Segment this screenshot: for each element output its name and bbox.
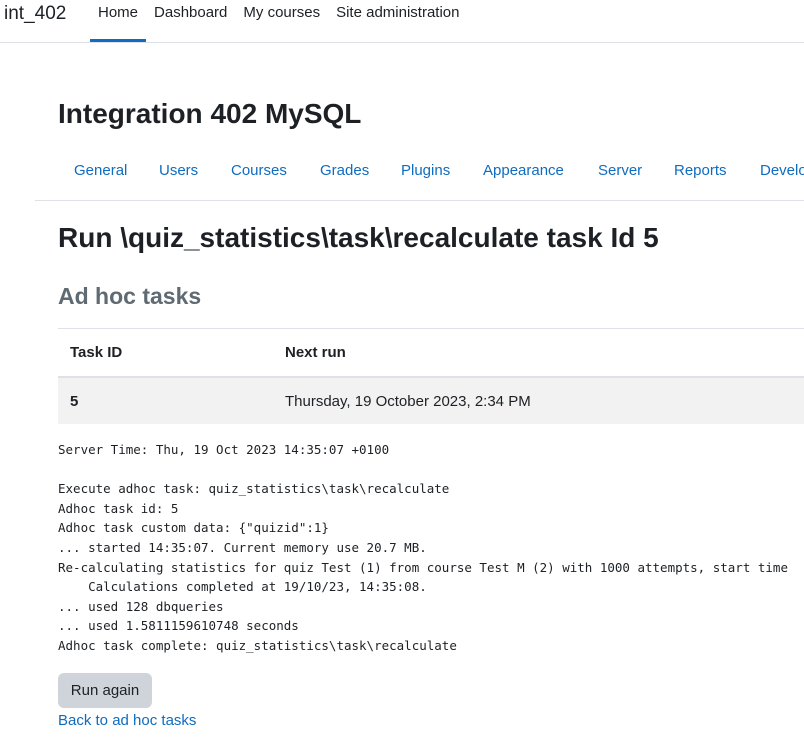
column-header-next-run: Next run	[273, 328, 804, 378]
nav-dashboard[interactable]: Dashboard	[146, 0, 235, 42]
run-again-button[interactable]: Run again	[58, 673, 152, 708]
back-to-adhoc-tasks-link[interactable]: Back to ad hoc tasks	[58, 712, 196, 730]
tab-reports[interactable]: Reports	[674, 162, 727, 180]
section-heading: Ad hoc tasks	[58, 283, 202, 309]
output-line: ... used 1.5811159610748 seconds	[58, 618, 299, 634]
output-line: Adhoc task id: 5	[58, 500, 179, 516]
site-brand[interactable]: int_402	[4, 4, 66, 24]
nav-my-courses[interactable]: My courses	[235, 0, 328, 42]
nav-home[interactable]: Home	[90, 0, 147, 42]
primary-navigation: Home Dashboard My courses Site administr…	[90, 0, 468, 42]
top-navbar: int_402 Home Dashboard My courses Site a…	[0, 0, 804, 43]
tab-appearance[interactable]: Appearance	[483, 162, 564, 180]
adhoc-tasks-table: Task ID Next run 5 Thursday, 19 October …	[58, 328, 804, 424]
tab-development[interactable]: Development	[760, 162, 804, 180]
output-line: Execute adhoc task: quiz_statistics\task…	[58, 481, 450, 497]
table-header-row: Task ID Next run	[58, 328, 804, 378]
tab-grades[interactable]: Grades	[320, 162, 369, 180]
column-header-task-id: Task ID	[58, 328, 273, 378]
output-line: ... used 128 dbqueries	[58, 598, 224, 614]
table-row: 5 Thursday, 19 October 2023, 2:34 PM	[58, 377, 804, 424]
output-line: Re-calculating statistics for quiz Test …	[58, 559, 788, 575]
tab-courses[interactable]: Courses	[231, 162, 287, 180]
output-line: Server Time: Thu, 19 Oct 2023 14:35:07 +…	[58, 442, 390, 457]
output-line: ... started 14:35:07. Current memory use…	[58, 539, 427, 555]
output-line: Adhoc task complete: quiz_statistics\tas…	[58, 637, 457, 653]
page-heading: Run \quiz_statistics\task\recalculate ta…	[58, 222, 659, 253]
output-line: Adhoc task custom data: {"quizid":1}	[58, 520, 329, 536]
output-line: Calculations completed at 19/10/23, 14:3…	[58, 579, 427, 595]
admin-secondary-navigation: General Users Courses Grades Plugins App…	[35, 152, 804, 201]
nav-site-administration[interactable]: Site administration	[328, 0, 467, 42]
task-id-cell: 5	[58, 377, 273, 424]
next-run-cell: Thursday, 19 October 2023, 2:34 PM	[273, 377, 804, 424]
task-output-log: Server Time: Thu, 19 Oct 2023 14:35:07 +…	[58, 440, 788, 656]
tab-plugins[interactable]: Plugins	[401, 162, 450, 180]
tab-general[interactable]: General	[74, 162, 127, 180]
tab-users[interactable]: Users	[159, 162, 198, 180]
site-title: Integration 402 MySQL	[58, 98, 362, 129]
tab-server[interactable]: Server	[598, 162, 642, 180]
